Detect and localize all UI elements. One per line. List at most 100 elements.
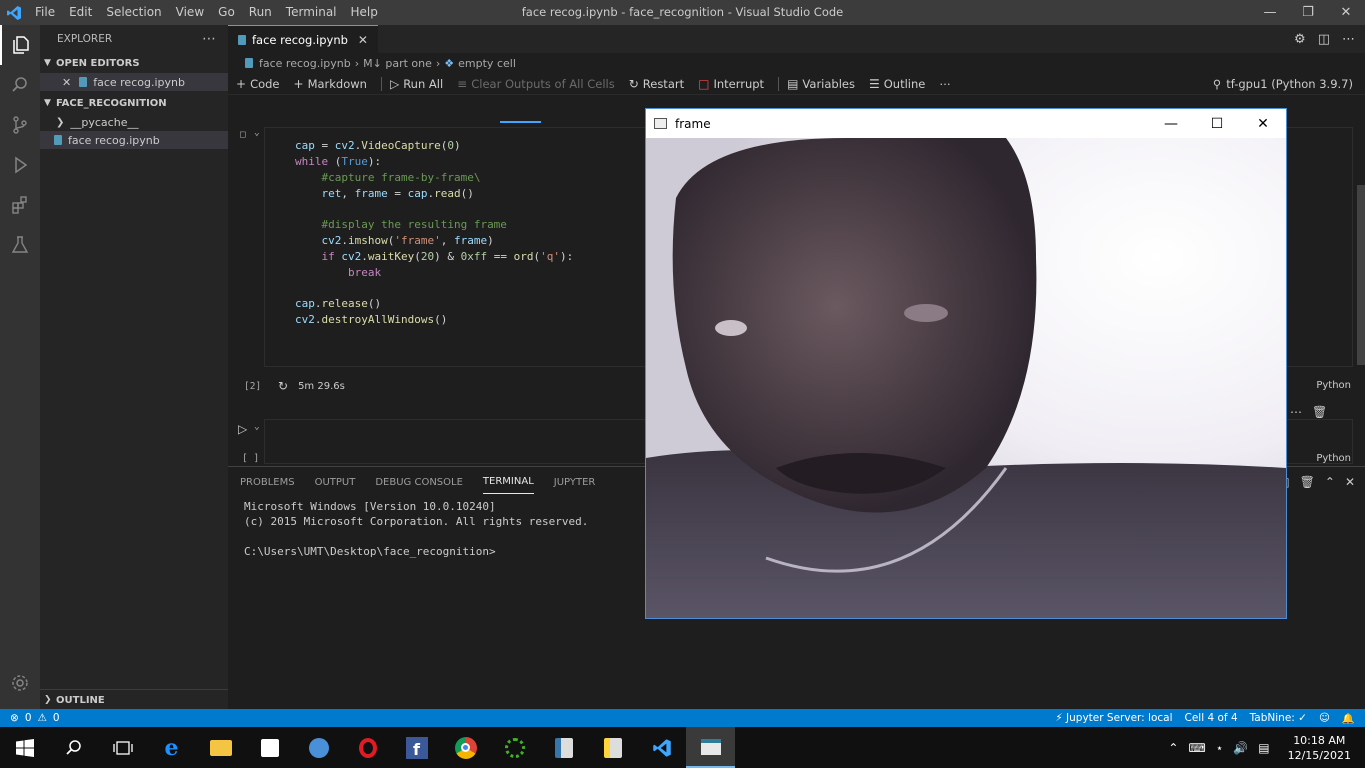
jupyter-server-status[interactable]: ⚡ Jupyter Server: local bbox=[1055, 712, 1172, 724]
tree-item-pycache[interactable]: ❯ __pycache__ bbox=[40, 113, 228, 131]
chevron-down-icon: ▼ bbox=[44, 58, 51, 68]
start-button[interactable] bbox=[0, 727, 49, 768]
run-debug-icon[interactable] bbox=[0, 145, 40, 185]
more-actions-icon[interactable]: ⋯ bbox=[1290, 405, 1302, 419]
notebook-file-icon bbox=[54, 135, 62, 145]
add-code-button[interactable]: + Code bbox=[236, 77, 280, 91]
tab-problems[interactable]: PROBLEMS bbox=[240, 471, 295, 494]
menu-go[interactable]: Go bbox=[211, 0, 242, 25]
settings-gear-icon[interactable]: ⚙ bbox=[1294, 32, 1306, 47]
menu-edit[interactable]: Edit bbox=[62, 0, 99, 25]
delete-icon[interactable]: 🗑 bbox=[1312, 405, 1327, 419]
scrollbar[interactable] bbox=[1357, 185, 1365, 365]
task-view-icon[interactable] bbox=[98, 727, 147, 768]
delete-icon[interactable]: 🗑 bbox=[1300, 475, 1315, 489]
breadcrumb-cell[interactable]: empty cell bbox=[458, 57, 516, 70]
edge-browser-icon[interactable]: e bbox=[147, 727, 196, 768]
tab-terminal[interactable]: TERMINAL bbox=[482, 470, 534, 494]
open-editors-section[interactable]: ▼ OPEN EDITORS bbox=[40, 53, 228, 73]
cell-select-checkbox[interactable]: □ bbox=[240, 129, 246, 140]
chevron-down-icon[interactable]: ⌄ bbox=[254, 421, 260, 432]
refresh-icon: ↻ bbox=[278, 379, 289, 393]
tab-debug-console[interactable]: DEBUG CONSOLE bbox=[375, 471, 463, 494]
kernel-picker[interactable]: ⚲ tf-gpu1 (Python 3.9.7) bbox=[1213, 77, 1353, 91]
tab-jupyter[interactable]: JUPYTER bbox=[554, 471, 596, 494]
opencv-frame-window[interactable]: frame — ☐ ✕ bbox=[645, 108, 1287, 619]
search-icon[interactable] bbox=[0, 65, 40, 105]
run-all-button[interactable]: ▷ Run All bbox=[390, 77, 443, 91]
outline-button[interactable]: ☰ Outline bbox=[869, 77, 925, 91]
search-icon[interactable] bbox=[49, 727, 98, 768]
tab-face-recog[interactable]: face recog.ipynb ✕ bbox=[228, 25, 378, 53]
feedback-icon[interactable]: ☺ bbox=[1319, 712, 1330, 724]
menu-help[interactable]: Help bbox=[344, 0, 385, 25]
cell-language[interactable]: Python bbox=[1316, 453, 1351, 464]
action-center-icon[interactable]: ▤ bbox=[1258, 741, 1269, 755]
cell-language[interactable]: Python bbox=[1316, 380, 1351, 391]
tree-item-notebook[interactable]: face recog.ipynb bbox=[40, 131, 228, 149]
menu-view[interactable]: View bbox=[169, 0, 211, 25]
interrupt-button[interactable]: □ Interrupt bbox=[698, 77, 764, 91]
keyboard-icon[interactable]: ⌨ bbox=[1188, 741, 1205, 755]
close-panel-icon[interactable]: ✕ bbox=[1345, 475, 1355, 489]
menu-run[interactable]: Run bbox=[242, 0, 279, 25]
split-editor-icon[interactable]: ◫ bbox=[1318, 32, 1330, 47]
menu-terminal[interactable]: Terminal bbox=[279, 0, 344, 25]
breadcrumb-markdown[interactable]: M↓ part one bbox=[363, 57, 432, 70]
menu-selection[interactable]: Selection bbox=[99, 0, 168, 25]
folder-section[interactable]: ▼ FACE_RECOGNITION bbox=[40, 93, 228, 113]
tab-output[interactable]: OUTPUT bbox=[315, 471, 356, 494]
wifi-icon[interactable]: ⋆ bbox=[1216, 741, 1224, 755]
restart-button[interactable]: ↻ Restart bbox=[629, 77, 684, 91]
close-icon[interactable]: ✕ bbox=[358, 33, 368, 47]
manage-gear-icon[interactable] bbox=[0, 663, 40, 703]
run-cell-icon[interactable]: ▷ bbox=[238, 422, 247, 436]
add-markdown-button[interactable]: + Markdown bbox=[294, 77, 367, 91]
extensions-icon[interactable] bbox=[0, 185, 40, 225]
store-icon[interactable] bbox=[245, 727, 294, 768]
maximize-panel-icon[interactable]: ⌃ bbox=[1325, 475, 1335, 489]
minimize-button[interactable]: — bbox=[1251, 0, 1289, 25]
facebook-icon[interactable]: f bbox=[392, 727, 441, 768]
chrome-browser-icon[interactable] bbox=[441, 727, 490, 768]
more-actions-icon[interactable]: ⋯ bbox=[1342, 32, 1355, 47]
source-control-icon[interactable] bbox=[0, 105, 40, 145]
maximize-button[interactable]: ☐ bbox=[1194, 109, 1240, 138]
file-explorer-icon[interactable] bbox=[196, 727, 245, 768]
more-actions-icon[interactable]: ⋯ bbox=[202, 31, 216, 47]
menu-file[interactable]: File bbox=[28, 0, 62, 25]
cell-position[interactable]: Cell 4 of 4 bbox=[1185, 712, 1238, 724]
add-markdown-label: Markdown bbox=[307, 76, 367, 91]
outline-section[interactable]: ❯ OUTLINE bbox=[40, 689, 228, 709]
vscode-taskbar-icon[interactable] bbox=[637, 727, 686, 768]
volume-icon[interactable]: 🔊 bbox=[1233, 741, 1248, 755]
close-button[interactable]: ✕ bbox=[1327, 0, 1365, 25]
tabnine-status[interactable]: TabNine: ✓ bbox=[1250, 712, 1307, 724]
close-button[interactable]: ✕ bbox=[1240, 109, 1286, 138]
more-actions-icon[interactable]: ⋯ bbox=[939, 77, 951, 91]
notifications-bell-icon[interactable]: 🔔 bbox=[1342, 712, 1355, 725]
sidebar-title: EXPLORER bbox=[57, 33, 113, 45]
frame-title-bar[interactable]: frame — ☐ ✕ bbox=[646, 109, 1286, 138]
open-editor-item[interactable]: ✕ face recog.ipynb bbox=[40, 73, 228, 91]
clear-outputs-button[interactable]: ≡ Clear Outputs of All Cells bbox=[457, 77, 615, 91]
close-icon[interactable]: ✕ bbox=[62, 76, 71, 89]
clock[interactable]: 10:18 AM 12/15/2021 bbox=[1288, 733, 1351, 763]
python-file-icon[interactable] bbox=[588, 727, 637, 768]
empty-execution-count: [ ] bbox=[242, 453, 260, 464]
outlook-icon[interactable] bbox=[294, 727, 343, 768]
variables-button[interactable]: ▤ Variables bbox=[787, 77, 855, 91]
opencv-frame-taskbar-icon[interactable] bbox=[686, 727, 735, 768]
explorer-icon[interactable] bbox=[0, 25, 40, 65]
restore-button[interactable]: ❐ bbox=[1289, 0, 1327, 25]
python-file-icon[interactable] bbox=[539, 727, 588, 768]
breadcrumb-file[interactable]: face recog.ipynb bbox=[259, 57, 351, 70]
anaconda-icon[interactable] bbox=[490, 727, 539, 768]
chevron-down-icon[interactable]: ⌄ bbox=[254, 127, 260, 138]
testing-icon[interactable] bbox=[0, 225, 40, 265]
problems-status[interactable]: ⊗ 0 ⚠ 0 bbox=[0, 712, 60, 724]
opera-browser-icon[interactable] bbox=[343, 727, 392, 768]
variables-icon: ▤ bbox=[787, 76, 799, 91]
minimize-button[interactable]: — bbox=[1148, 109, 1194, 138]
chevron-up-icon[interactable]: ⌃ bbox=[1168, 741, 1178, 755]
